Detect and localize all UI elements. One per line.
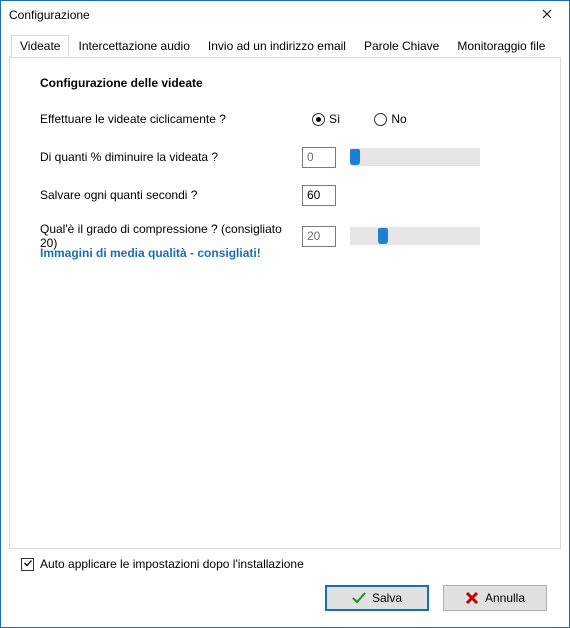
tab-parole-chiave[interactable]: Parole Chiave bbox=[355, 35, 448, 57]
cancel-button[interactable]: Annulla bbox=[443, 585, 547, 611]
save-button-label: Salva bbox=[372, 591, 402, 605]
row-cyclic: Effettuare le videate ciclicamente ? Sì … bbox=[40, 108, 538, 130]
content-area: Videate Intercettazione audio Invio ad u… bbox=[1, 29, 569, 627]
row-reduce: Di quanti % diminuire la videata ? bbox=[40, 146, 538, 168]
tab-videate[interactable]: Videate bbox=[11, 35, 69, 57]
label-interval: Salvare ogni quanti secondi ? bbox=[40, 188, 302, 202]
compression-slider[interactable] bbox=[350, 227, 480, 245]
checkmark-icon bbox=[23, 558, 33, 571]
cyclic-radio-group: Sì No bbox=[312, 112, 407, 126]
footer: Auto applicare le impostazioni dopo l'in… bbox=[9, 549, 561, 619]
label-reduce: Di quanti % diminuire la videata ? bbox=[40, 150, 302, 164]
tab-strip: Videate Intercettazione audio Invio ad u… bbox=[11, 35, 561, 57]
button-row: Salva Annulla bbox=[19, 585, 551, 611]
auto-apply-label: Auto applicare le impostazioni dopo l'in… bbox=[40, 557, 304, 571]
label-cyclic: Effettuare le videate ciclicamente ? bbox=[40, 112, 302, 126]
x-icon bbox=[465, 591, 479, 605]
tab-intercettazione-audio[interactable]: Intercettazione audio bbox=[69, 35, 198, 57]
auto-apply-checkbox[interactable] bbox=[21, 558, 34, 571]
row-interval: Salvare ogni quanti secondi ? bbox=[40, 184, 538, 206]
compression-input[interactable] bbox=[302, 226, 336, 247]
section-title: Configurazione delle videate bbox=[40, 76, 538, 90]
radio-no[interactable]: No bbox=[374, 112, 406, 126]
close-button[interactable] bbox=[527, 3, 567, 27]
titlebar: Configurazione bbox=[1, 1, 569, 29]
cancel-button-label: Annulla bbox=[485, 591, 525, 605]
save-button[interactable]: Salva bbox=[325, 585, 429, 611]
check-icon bbox=[352, 592, 366, 604]
tab-invio-email[interactable]: Invio ad un indirizzo email bbox=[199, 35, 355, 57]
window-title: Configurazione bbox=[9, 8, 90, 22]
interval-input[interactable] bbox=[302, 185, 336, 206]
config-window: Configurazione Videate Intercettazione a… bbox=[0, 0, 570, 628]
radio-no-label: No bbox=[391, 112, 406, 126]
close-icon bbox=[542, 8, 552, 22]
tab-body-videate: Configurazione delle videate Effettuare … bbox=[10, 57, 560, 548]
tab-monitoraggio-file[interactable]: Monitoraggio file bbox=[448, 35, 554, 57]
slider-thumb-icon bbox=[378, 228, 388, 244]
reduce-slider[interactable] bbox=[350, 148, 480, 166]
slider-thumb-icon bbox=[350, 149, 360, 165]
reduce-input[interactable] bbox=[302, 147, 336, 168]
radio-icon bbox=[374, 113, 387, 126]
auto-apply-row: Auto applicare le impostazioni dopo l'in… bbox=[21, 557, 551, 571]
tabs-container: Configurazione delle videate Effettuare … bbox=[9, 56, 561, 549]
radio-icon bbox=[312, 113, 325, 126]
radio-yes[interactable]: Sì bbox=[312, 112, 340, 126]
radio-yes-label: Sì bbox=[329, 112, 340, 126]
